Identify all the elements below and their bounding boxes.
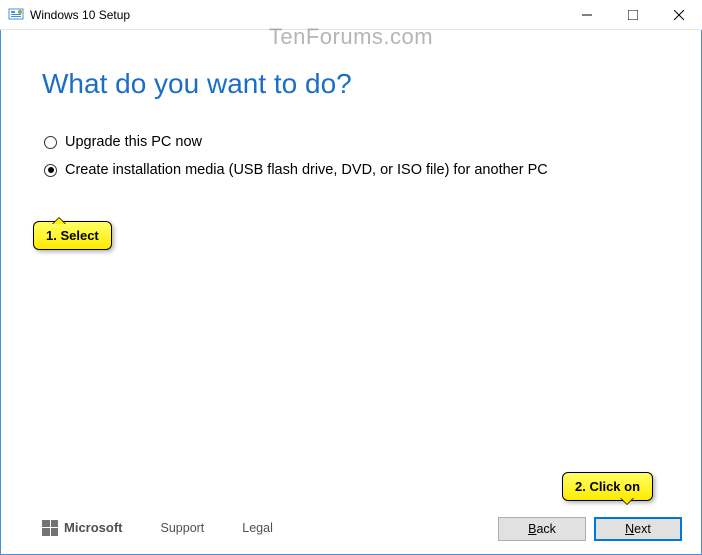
back-button[interactable]: Back [498,517,586,541]
radio-icon [44,136,57,149]
radio-create-media[interactable]: Create installation media (USB flash dri… [44,162,660,178]
microsoft-logo: Microsoft [42,520,123,536]
microsoft-logo-text: Microsoft [64,520,123,535]
minimize-button[interactable] [564,0,610,30]
maximize-button[interactable] [610,0,656,30]
radio-upgrade-label: Upgrade this PC now [65,134,202,150]
annotation-click: 2. Click on [562,472,653,501]
next-button[interactable]: Next [594,517,682,541]
titlebar: Windows 10 Setup [0,0,702,30]
setup-icon [8,7,24,23]
window-title: Windows 10 Setup [30,8,130,22]
microsoft-logo-icon [42,520,58,536]
footer: Microsoft Support Legal Back Next [0,500,702,555]
radio-create-media-label: Create installation media (USB flash dri… [65,162,548,178]
support-link[interactable]: Support [161,521,205,535]
annotation-select: 1. Select [33,221,112,250]
radio-icon-checked [44,164,57,177]
radio-upgrade[interactable]: Upgrade this PC now [44,134,660,150]
close-button[interactable] [656,0,702,30]
legal-link[interactable]: Legal [242,521,273,535]
